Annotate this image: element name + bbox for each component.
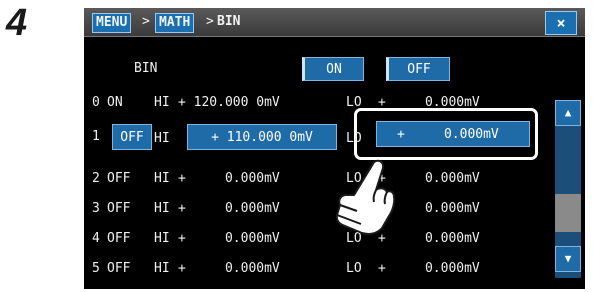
hi-label: HI bbox=[154, 171, 170, 186]
hi-value[interactable]: + 0.000mV bbox=[178, 200, 280, 218]
breadcrumb-menu[interactable]: MENU bbox=[92, 13, 132, 33]
breadcrumb-bin: BIN bbox=[217, 14, 241, 29]
bin-label: BIN bbox=[134, 61, 158, 76]
triangle-up-icon: ▲ bbox=[564, 106, 572, 119]
device-screen: MENU > MATH > BIN × BIN ON OFF 0 ON HI +… bbox=[84, 8, 585, 289]
breadcrumb-math[interactable]: MATH bbox=[155, 13, 195, 33]
close-button[interactable]: × bbox=[545, 11, 577, 35]
hi-label: HI bbox=[154, 201, 170, 216]
triangle-down-icon: ▼ bbox=[564, 252, 572, 265]
hi-label: HI bbox=[154, 95, 170, 110]
row-state[interactable]: OFF bbox=[107, 260, 130, 278]
hi-value-field[interactable]: + 110.000 0mV bbox=[187, 124, 337, 150]
hi-label: HI bbox=[154, 131, 170, 146]
scrollbar-thumb[interactable] bbox=[555, 194, 581, 232]
row-state[interactable]: ON bbox=[107, 94, 123, 112]
row-index: 1 bbox=[92, 129, 100, 144]
lo-value[interactable]: + 0.000mV bbox=[378, 260, 480, 278]
row-index: 4 bbox=[92, 231, 100, 246]
title-bar: MENU > MATH > BIN × bbox=[84, 8, 585, 37]
hi-label: HI bbox=[154, 261, 170, 276]
lo-value-field[interactable]: + 0.000mV bbox=[376, 121, 530, 147]
row-index: 0 bbox=[92, 95, 100, 110]
hi-value[interactable]: + 120.000 0mV bbox=[178, 94, 280, 112]
bin-off-button[interactable]: OFF bbox=[386, 57, 450, 81]
lo-value[interactable]: + 0.000mV bbox=[378, 94, 480, 112]
hi-value[interactable]: + 0.000mV bbox=[178, 230, 280, 248]
hi-label: HI bbox=[154, 231, 170, 246]
row-state[interactable]: OFF bbox=[107, 230, 130, 248]
row-state[interactable]: OFF bbox=[107, 170, 130, 188]
row-index: 2 bbox=[92, 171, 100, 186]
row-state[interactable]: OFF bbox=[107, 200, 130, 218]
row-state-button[interactable]: OFF bbox=[112, 124, 152, 150]
breadcrumb-separator: > bbox=[142, 14, 150, 29]
scroll-up-button[interactable]: ▲ bbox=[555, 100, 581, 126]
lo-label: LO bbox=[346, 261, 362, 276]
hi-value[interactable]: + 0.000mV bbox=[178, 260, 280, 278]
hand-pointer-icon bbox=[335, 159, 396, 235]
step-number: 4 bbox=[6, 2, 28, 44]
lo-label: LO bbox=[346, 131, 362, 146]
hi-value[interactable]: + 0.000mV bbox=[178, 170, 280, 188]
close-icon: × bbox=[556, 14, 566, 32]
row-index: 5 bbox=[92, 261, 100, 276]
breadcrumb-separator: > bbox=[206, 14, 214, 29]
lo-label: LO bbox=[346, 95, 362, 110]
bin-on-button[interactable]: ON bbox=[302, 57, 364, 81]
row-index: 3 bbox=[92, 201, 100, 216]
scroll-down-button[interactable]: ▼ bbox=[555, 246, 581, 272]
